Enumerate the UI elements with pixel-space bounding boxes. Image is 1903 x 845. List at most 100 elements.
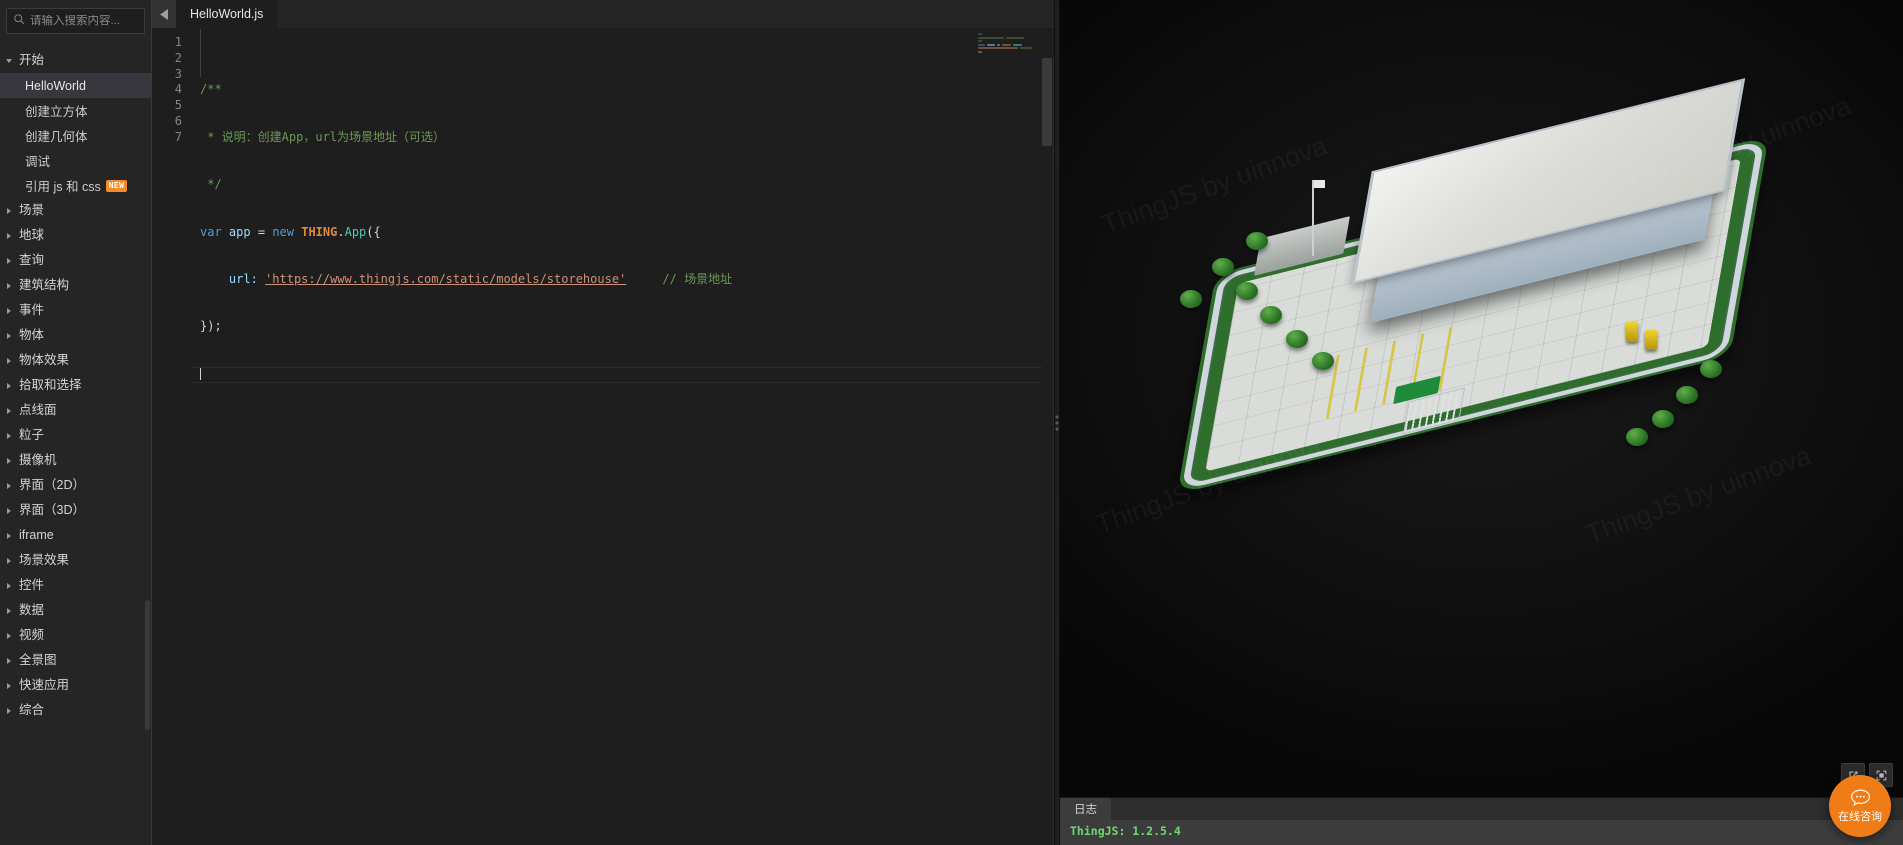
sidebar-group-2[interactable]: 地球	[0, 223, 151, 248]
op-open-brace: ({	[366, 224, 381, 239]
tree	[1212, 258, 1234, 276]
sidebar-group-label: 物体效果	[19, 353, 70, 368]
sidebar-group-13[interactable]: 界面（3D）	[0, 498, 151, 523]
search-box[interactable]	[6, 8, 151, 34]
example-tree[interactable]: 开始 HelloWorld 创建立方体 创建几何体 调试 引用 js 和 css NEW 场景…	[0, 40, 151, 840]
sidebar-group-label: 事件	[19, 303, 45, 318]
chevron-right-icon[interactable]	[5, 381, 15, 391]
sidebar-group-9[interactable]: 点线面	[0, 398, 151, 423]
chevron-right-icon[interactable]	[5, 556, 15, 566]
line-number: 2	[174, 50, 182, 65]
tree	[1286, 330, 1308, 348]
chevron-right-icon[interactable]	[5, 706, 15, 716]
chevron-right-icon[interactable]	[5, 206, 15, 216]
sidebar-group-label: 摄像机	[19, 453, 57, 468]
code-editor[interactable]: 1234567 /** * 说明：创建App，url为场景地址（可选） */ v…	[152, 29, 1054, 845]
chevron-right-icon[interactable]	[5, 231, 15, 241]
sidebar-group-label: 控件	[19, 578, 45, 593]
sidebar-group-4[interactable]: 建筑结构	[0, 273, 151, 298]
op-dot: .	[337, 224, 345, 239]
sidebar-group-label: 场景效果	[19, 553, 70, 568]
sidebar-group-19[interactable]: 全景图	[0, 648, 151, 673]
log-body: ThingJS: 1.2.5.4	[1060, 820, 1903, 845]
sidebar-group-label: 地球	[19, 228, 45, 243]
prop-url: url:	[228, 271, 258, 286]
tab-helloworld-js[interactable]: HelloWorld.js	[176, 0, 279, 28]
chevron-down-icon[interactable]	[5, 56, 15, 66]
sidebar-item-0-2[interactable]: 创建几何体	[0, 123, 151, 148]
chevron-right-icon[interactable]	[5, 631, 15, 641]
code-comment-desc: * 说明：创建App，url为场景地址（可选）	[207, 129, 446, 144]
chevron-right-icon[interactable]	[5, 456, 15, 466]
sidebar-group-10[interactable]: 粒子	[0, 423, 151, 448]
chevron-right-icon[interactable]	[5, 406, 15, 416]
sidebar-item-label: 创建几何体	[25, 130, 88, 144]
chevron-right-icon[interactable]	[5, 431, 15, 441]
sidebar-group-label: 全景图	[19, 653, 57, 668]
chevron-right-icon[interactable]	[5, 331, 15, 341]
sidebar-group-8[interactable]: 拾取和选择	[0, 373, 151, 398]
sidebar-group-21[interactable]: 综合	[0, 698, 151, 723]
kw-new: new	[272, 224, 294, 239]
code-content[interactable]: /** * 说明：创建App，url为场景地址（可选） */ var app =…	[192, 29, 1054, 845]
sidebar-group-3[interactable]: 查询	[0, 248, 151, 273]
sidebar: 开始 HelloWorld 创建立方体创建几何体调试引用 js 和 css NEW 场景…	[0, 0, 152, 845]
tree	[1180, 290, 1202, 308]
tree	[1626, 428, 1648, 446]
chevron-right-icon[interactable]	[5, 306, 15, 316]
chevron-right-icon[interactable]	[5, 581, 15, 591]
sidebar-group-11[interactable]: 摄像机	[0, 448, 151, 473]
scrollbar-thumb[interactable]	[1042, 58, 1052, 146]
chevron-right-icon[interactable]	[5, 656, 15, 666]
sidebar-group-17[interactable]: 数据	[0, 598, 151, 623]
chevron-right-icon[interactable]	[5, 281, 15, 291]
fn-app: App	[344, 224, 367, 239]
online-chat-button[interactable]: 在线咨询	[1829, 775, 1891, 837]
scene-url-string[interactable]: 'https://www.thingjs.com/static/models/s…	[265, 272, 626, 286]
code-comment-close: */	[207, 177, 222, 192]
kw-var: var	[200, 224, 222, 239]
chevron-right-icon[interactable]	[5, 481, 15, 491]
chevron-right-icon[interactable]	[5, 606, 15, 616]
sidebar-group-6[interactable]: 物体	[0, 323, 151, 348]
sidebar-group-label: 查询	[19, 253, 45, 268]
sidebar-group-15[interactable]: 场景效果	[0, 548, 151, 573]
line-number: 5	[174, 98, 182, 113]
sidebar-group-0[interactable]: 开始	[0, 48, 151, 73]
op-close: });	[200, 319, 222, 334]
sidebar-item-0-0[interactable]: HelloWorld	[0, 73, 151, 98]
chevron-right-icon[interactable]	[5, 356, 15, 366]
sidebar-group-label: 快速应用	[19, 678, 70, 693]
sidebar-group-14[interactable]: iframe	[0, 523, 151, 548]
chevron-right-icon[interactable]	[5, 256, 15, 266]
sidebar-group-7[interactable]: 物体效果	[0, 348, 151, 373]
sidebar-group-18[interactable]: 视频	[0, 623, 151, 648]
sidebar-scrollbar[interactable]	[145, 600, 150, 730]
search-input[interactable]	[30, 15, 151, 27]
sidebar-group-5[interactable]: 事件	[0, 298, 151, 323]
sidebar-group-12[interactable]: 界面（2D）	[0, 473, 151, 498]
sidebar-group-label: 综合	[19, 703, 45, 718]
collapse-sidebar-button[interactable]	[152, 0, 176, 28]
sidebar-group-1[interactable]: 场景	[0, 198, 151, 223]
line-number: 3	[174, 66, 182, 81]
line-number: 4	[174, 82, 182, 97]
sidebar-group-20[interactable]: 快速应用	[0, 673, 151, 698]
sidebar-item-0-4[interactable]: 引用 js 和 css NEW	[0, 173, 151, 198]
tab-log[interactable]: 日志	[1060, 798, 1111, 820]
3d-viewport[interactable]: ThingJS by uinnova ThingJS by uinnova Th…	[1060, 0, 1903, 797]
forklift	[1645, 330, 1657, 350]
sidebar-item-0-1[interactable]: 创建立方体	[0, 98, 151, 123]
chevron-right-icon[interactable]	[5, 531, 15, 541]
log-line: ThingJS: 1.2.5.4	[1070, 824, 1181, 838]
editor-vertical-scrollbar[interactable]	[1040, 58, 1054, 845]
sidebar-group-label: 数据	[19, 603, 45, 618]
chevron-right-icon[interactable]	[5, 506, 15, 516]
tree	[1652, 410, 1674, 428]
code-line-7	[192, 366, 1054, 383]
ident-app: app	[228, 224, 251, 239]
sidebar-group-16[interactable]: 控件	[0, 573, 151, 598]
code-line-3: */	[192, 177, 1054, 193]
chevron-right-icon[interactable]	[5, 681, 15, 691]
sidebar-item-0-3[interactable]: 调试	[0, 148, 151, 173]
